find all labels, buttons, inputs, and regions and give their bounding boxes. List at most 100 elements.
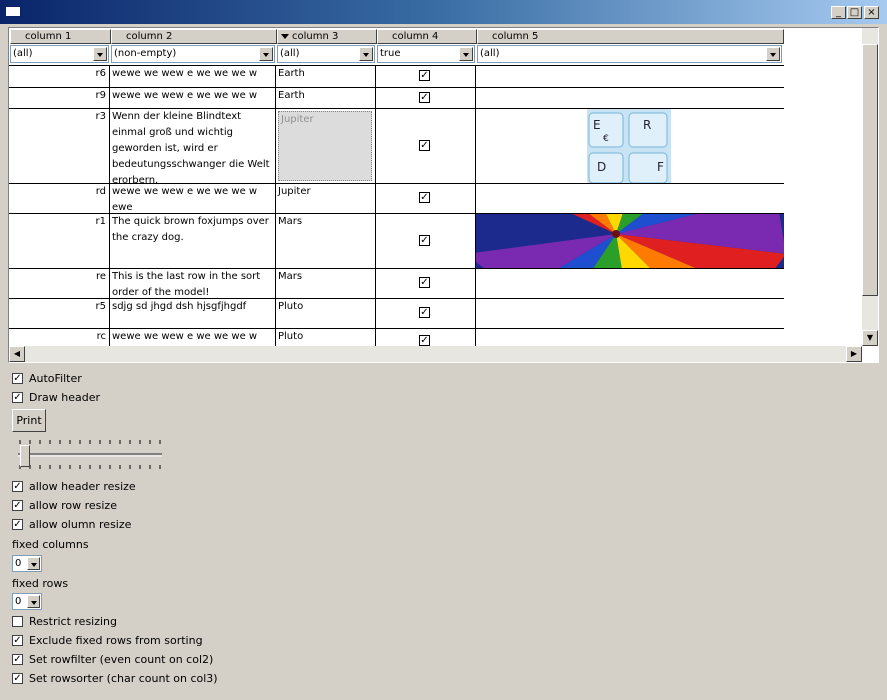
close-button[interactable]: × <box>864 6 879 19</box>
print-button[interactable]: Print <box>12 409 46 432</box>
text-cell[interactable]: The quick brown foxjumps over the crazy … <box>110 214 276 268</box>
checkbox-cell[interactable]: ✓ <box>376 184 476 213</box>
planet-cell[interactable]: Jupiter <box>276 184 376 213</box>
planet-cell[interactable]: Pluto <box>276 299 376 328</box>
scroll-down-button[interactable]: ▼ <box>862 330 878 346</box>
fixed-rows-select[interactable]: 0 <box>12 593 42 610</box>
column-header-5[interactable]: column 5 <box>477 29 784 44</box>
hot-air-balloon-image <box>476 214 784 268</box>
checkbox-box[interactable]: ✓ <box>12 673 23 684</box>
image-cell[interactable]: E R € D F <box>476 109 784 183</box>
row-checkbox[interactable]: ✓ <box>419 70 430 81</box>
text-cell[interactable]: wewe we wew e we we we w <box>110 66 276 87</box>
table-row[interactable]: r1 The quick brown foxjumps over the cra… <box>9 214 784 269</box>
checkbox-cell[interactable]: ✓ <box>376 109 476 183</box>
slider[interactable] <box>12 437 164 473</box>
maximize-button[interactable]: □ <box>847 6 862 19</box>
dropdown-arrow-icon[interactable] <box>359 47 373 61</box>
planet-cell[interactable]: Mars <box>276 269 376 298</box>
checkbox-box[interactable]: ✓ <box>12 500 23 511</box>
horizontal-scrollbar[interactable]: ◀ ▶ <box>9 346 862 362</box>
checkbox-cell[interactable]: ✓ <box>376 88 476 108</box>
table-row[interactable]: rd wewe we wew e we we we w ewe Jupiter … <box>9 184 784 214</box>
checkbox-cell[interactable]: ✓ <box>376 66 476 87</box>
row-id-cell[interactable]: r5 <box>9 299 110 328</box>
planet-cell[interactable]: Earth <box>276 88 376 108</box>
filter-dropdown-col1[interactable]: (all) <box>10 45 109 63</box>
planet-cell[interactable]: Earth <box>276 66 376 87</box>
text-cell[interactable]: Wenn der kleine Blindtext einmal groß un… <box>110 109 276 183</box>
planet-cell-editing[interactable]: Jupiter <box>276 109 376 183</box>
vertical-scrollbar[interactable]: ▼ <box>862 28 878 346</box>
slider-thumb[interactable] <box>20 445 30 467</box>
checkbox-box[interactable]: ✓ <box>12 481 23 492</box>
planet-cell[interactable]: Mars <box>276 214 376 268</box>
text-cell[interactable]: This is the last row in the sort order o… <box>110 269 276 298</box>
table-row[interactable]: re This is the last row in the sort orde… <box>9 269 784 299</box>
dropdown-arrow-icon[interactable] <box>259 47 273 61</box>
text-cell[interactable]: wewe we wew e we we we w <box>110 88 276 108</box>
checkbox-box[interactable]: ✓ <box>12 635 23 646</box>
fixed-columns-select[interactable]: 0 <box>12 555 42 572</box>
filter-dropdown-col5[interactable]: (all) <box>477 45 782 63</box>
image-cell[interactable] <box>476 299 784 328</box>
text-cell[interactable]: wewe we wew e we we we w ewe <box>110 184 276 213</box>
filter-dropdown-col4[interactable]: true <box>377 45 475 63</box>
scroll-left-button[interactable]: ◀ <box>9 346 25 362</box>
row-checkbox[interactable]: ✓ <box>419 277 430 288</box>
checkbox-box[interactable]: ✓ <box>12 654 23 665</box>
row-checkbox[interactable]: ✓ <box>419 192 430 203</box>
filter-dropdown-col3[interactable]: (all) <box>277 45 375 63</box>
table-grid[interactable]: column 1 column 2 column 3 column 4 colu… <box>8 27 879 363</box>
dropdown-arrow-icon[interactable] <box>459 47 473 61</box>
column-header-1[interactable]: column 1 <box>10 29 111 44</box>
row-checkbox[interactable]: ✓ <box>419 140 430 151</box>
row-id-cell[interactable]: re <box>9 269 110 298</box>
planet-editor[interactable]: Jupiter <box>278 111 372 181</box>
dropdown-arrow-icon[interactable] <box>766 47 780 61</box>
svg-text:R: R <box>643 118 651 132</box>
table-row[interactable]: r5 sdjg sd jhgd dsh hjsgfjhgdf Pluto ✓ <box>9 299 784 329</box>
scroll-right-button[interactable]: ▶ <box>846 346 862 362</box>
checkbox-box[interactable] <box>12 616 23 627</box>
table-row[interactable]: r3 Wenn der kleine Blindtext einmal groß… <box>9 109 784 184</box>
image-cell[interactable] <box>476 214 784 268</box>
row-checkbox[interactable]: ✓ <box>419 307 430 318</box>
svg-text:E: E <box>593 118 601 132</box>
image-cell[interactable] <box>476 184 784 213</box>
dropdown-arrow-icon[interactable] <box>93 47 107 61</box>
checkbox-cell[interactable]: ✓ <box>376 299 476 328</box>
sort-arrow-icon <box>281 34 289 39</box>
table-row[interactable]: r9 wewe we wew e we we we w Earth ✓ <box>9 88 784 109</box>
dropdown-arrow-icon[interactable] <box>27 557 40 570</box>
checkbox-box[interactable]: ✓ <box>12 519 23 530</box>
keyboard-keys-image: E R € D F <box>587 109 671 183</box>
row-checkbox[interactable]: ✓ <box>419 335 430 346</box>
table-row[interactable]: r6 wewe we wew e we we we w Earth ✓ <box>9 65 784 88</box>
fixed-rows-label: fixed rows <box>12 577 69 590</box>
minimize-button[interactable]: _ <box>831 6 846 19</box>
row-id-cell[interactable]: r6 <box>9 66 110 87</box>
row-checkbox[interactable]: ✓ <box>419 92 430 103</box>
checkbox-box[interactable]: ✓ <box>12 373 23 384</box>
column-header-4[interactable]: column 4 <box>377 29 477 44</box>
column-header-2[interactable]: column 2 <box>111 29 277 44</box>
row-id-cell[interactable]: rd <box>9 184 110 213</box>
svg-text:F: F <box>657 160 664 174</box>
checkbox-cell[interactable]: ✓ <box>376 269 476 298</box>
filter-dropdown-col2[interactable]: (non-empty) <box>111 45 275 63</box>
image-cell[interactable] <box>476 66 784 87</box>
row-checkbox[interactable]: ✓ <box>419 235 430 246</box>
checkbox-box[interactable]: ✓ <box>12 392 23 403</box>
column-header-3[interactable]: column 3 <box>277 29 377 44</box>
checkbox-cell[interactable]: ✓ <box>376 214 476 268</box>
text-cell[interactable]: sdjg sd jhgd dsh hjsgfjhgdf <box>110 299 276 328</box>
title-bar: _ □ × <box>0 0 887 24</box>
row-id-cell[interactable]: r1 <box>9 214 110 268</box>
image-cell[interactable] <box>476 269 784 298</box>
row-id-cell[interactable]: r9 <box>9 88 110 108</box>
image-cell[interactable] <box>476 88 784 108</box>
dropdown-arrow-icon[interactable] <box>27 595 40 608</box>
row-id-cell[interactable]: r3 <box>9 109 110 183</box>
vertical-scroll-thumb[interactable] <box>862 44 878 296</box>
